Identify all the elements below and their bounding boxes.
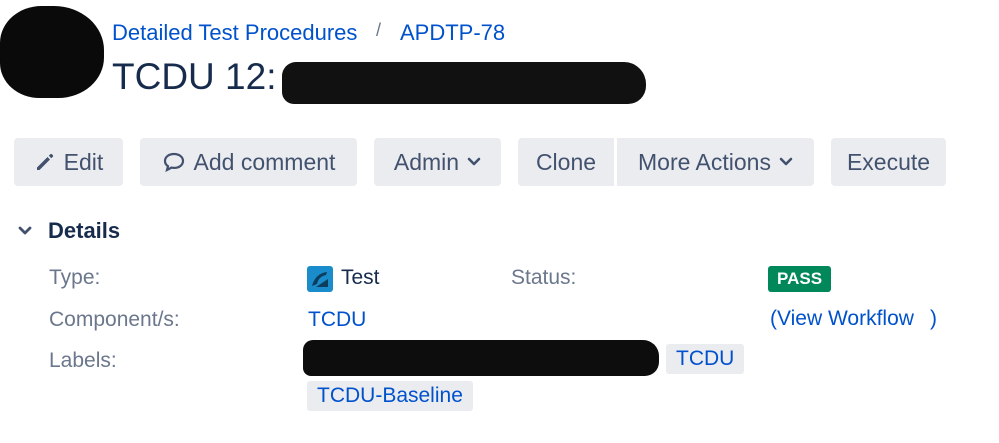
collapse-chevron-icon[interactable] xyxy=(14,220,36,242)
components-label: Component/s: xyxy=(49,308,180,331)
breadcrumb-issue-link[interactable]: APDTP-78 xyxy=(400,20,505,46)
label-tag[interactable]: TCDU xyxy=(666,344,745,374)
add-comment-button-label: Add comment xyxy=(193,148,336,175)
avatar-redacted xyxy=(0,6,104,98)
clone-button-label: Clone xyxy=(535,148,597,175)
chevron-down-icon xyxy=(467,157,481,166)
add-comment-button[interactable]: Add comment xyxy=(140,138,357,186)
view-workflow-close-paren: ) xyxy=(930,307,937,330)
view-workflow-open-paren: ( xyxy=(770,307,777,330)
component-link-tcdu[interactable]: TCDU xyxy=(308,308,366,332)
comment-icon xyxy=(163,152,184,173)
admin-dropdown-button[interactable]: Admin xyxy=(374,138,501,186)
test-type-icon xyxy=(307,266,333,292)
clone-button[interactable]: Clone xyxy=(518,138,614,186)
execute-button-label: Execute xyxy=(846,148,931,175)
edit-button-label: Edit xyxy=(63,148,104,175)
more-actions-button-label: More Actions xyxy=(638,148,771,175)
labels-label: Labels: xyxy=(49,349,117,372)
breadcrumb-separator: / xyxy=(376,20,382,40)
label-tag[interactable]: TCDU-Baseline xyxy=(307,381,473,411)
chevron-down-icon xyxy=(779,157,793,166)
type-value: Test xyxy=(341,266,380,289)
edit-button[interactable]: Edit xyxy=(14,138,123,186)
view-workflow-link[interactable]: View Workflow xyxy=(777,307,914,331)
admin-button-label: Admin xyxy=(393,148,460,175)
breadcrumb-project-link[interactable]: Detailed Test Procedures xyxy=(112,20,357,46)
details-section-title[interactable]: Details xyxy=(48,218,120,244)
type-label: Type: xyxy=(49,266,101,289)
title-redacted xyxy=(282,62,646,104)
more-actions-dropdown-button[interactable]: More Actions xyxy=(617,138,814,186)
status-label: Status: xyxy=(511,266,577,289)
execute-button[interactable]: Execute xyxy=(831,138,946,186)
label-redacted xyxy=(303,340,659,376)
pencil-icon xyxy=(36,153,53,170)
page-title: TCDU 12: xyxy=(112,56,277,97)
status-badge: PASS xyxy=(768,266,832,292)
